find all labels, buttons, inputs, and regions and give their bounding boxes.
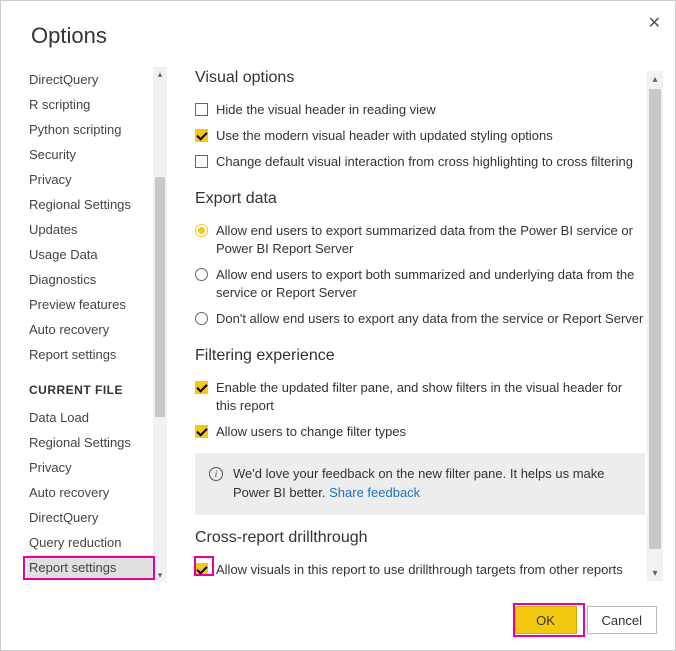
checkbox-cross-report-drillthrough[interactable] [195, 563, 208, 576]
share-feedback-link[interactable]: Share feedback [329, 485, 420, 500]
sidebar-item-usage-data[interactable]: Usage Data [27, 242, 167, 267]
label-updated-filter-pane: Enable the updated filter pane, and show… [216, 379, 645, 415]
label-cross-report-drillthrough: Allow visuals in this report to use dril… [216, 561, 623, 579]
main-scrollbar[interactable]: ▴ ▾ [647, 71, 663, 581]
sidebar-item-security[interactable]: Security [27, 142, 167, 167]
feedback-text: We'd love your feedback on the new filte… [233, 465, 631, 503]
cancel-button[interactable]: Cancel [587, 606, 657, 634]
section-visual-options: Visual options [195, 69, 645, 87]
sidebar-item-r-scripting[interactable]: R scripting [27, 92, 167, 117]
info-icon: i [209, 467, 223, 481]
close-icon[interactable]: ✕ [648, 13, 661, 33]
sidebar-item-cf-query-reduction[interactable]: Query reduction [27, 530, 167, 555]
sidebar-item-privacy[interactable]: Privacy [27, 167, 167, 192]
section-cross-report: Cross-report drillthrough [195, 529, 645, 547]
chevron-down-icon[interactable]: ▾ [153, 568, 167, 582]
checkbox-updated-filter-pane[interactable] [195, 381, 208, 394]
label-export-summarized: Allow end users to export summarized dat… [216, 222, 645, 258]
chevron-down-icon[interactable]: ▾ [647, 565, 663, 581]
section-export-data: Export data [195, 190, 645, 208]
sidebar-item-cf-directquery[interactable]: DirectQuery [27, 505, 167, 530]
main-pane: Visual options Hide the visual header in… [167, 67, 675, 582]
dialog-title: Options [1, 1, 675, 67]
feedback-panel: i We'd love your feedback on the new fil… [195, 453, 645, 515]
ok-button[interactable]: OK [515, 606, 577, 634]
sidebar: DirectQuery R scripting Python scripting… [27, 67, 167, 582]
chevron-up-icon[interactable]: ▴ [647, 71, 663, 87]
label-export-none: Don't allow end users to export any data… [216, 310, 643, 328]
checkbox-change-filter-types[interactable] [195, 425, 208, 438]
sidebar-item-directquery[interactable]: DirectQuery [27, 67, 167, 92]
checkbox-modern-visual-header[interactable] [195, 129, 208, 142]
label-change-filter-types: Allow users to change filter types [216, 423, 406, 441]
chevron-up-icon[interactable]: ▴ [153, 67, 167, 81]
checkbox-cross-filtering[interactable] [195, 155, 208, 168]
radio-export-both[interactable] [195, 268, 208, 281]
sidebar-item-report-settings[interactable]: Report settings [27, 342, 167, 367]
sidebar-section-current-file: CURRENT FILE [27, 367, 167, 405]
label-hide-visual-header: Hide the visual header in reading view [216, 101, 436, 119]
sidebar-item-updates[interactable]: Updates [27, 217, 167, 242]
sidebar-item-cf-regional-settings[interactable]: Regional Settings [27, 430, 167, 455]
sidebar-item-auto-recovery[interactable]: Auto recovery [27, 317, 167, 342]
sidebar-item-cf-privacy[interactable]: Privacy [27, 455, 167, 480]
sidebar-item-diagnostics[interactable]: Diagnostics [27, 267, 167, 292]
sidebar-scrollbar[interactable]: ▴ ▾ [153, 67, 167, 582]
sidebar-item-cf-auto-recovery[interactable]: Auto recovery [27, 480, 167, 505]
sidebar-item-python-scripting[interactable]: Python scripting [27, 117, 167, 142]
radio-export-summarized[interactable] [195, 224, 208, 237]
label-export-both: Allow end users to export both summarize… [216, 266, 645, 302]
section-filtering: Filtering experience [195, 347, 645, 365]
sidebar-item-cf-data-load[interactable]: Data Load [27, 405, 167, 430]
label-cross-filtering: Change default visual interaction from c… [216, 153, 633, 171]
sidebar-item-cf-report-settings[interactable]: Report settings [27, 555, 167, 580]
main-scroll-thumb[interactable] [649, 89, 661, 549]
sidebar-scroll-thumb[interactable] [155, 177, 165, 417]
label-modern-visual-header: Use the modern visual header with update… [216, 127, 553, 145]
sidebar-item-preview-features[interactable]: Preview features [27, 292, 167, 317]
sidebar-item-regional-settings[interactable]: Regional Settings [27, 192, 167, 217]
radio-export-none[interactable] [195, 312, 208, 325]
checkbox-hide-visual-header[interactable] [195, 103, 208, 116]
